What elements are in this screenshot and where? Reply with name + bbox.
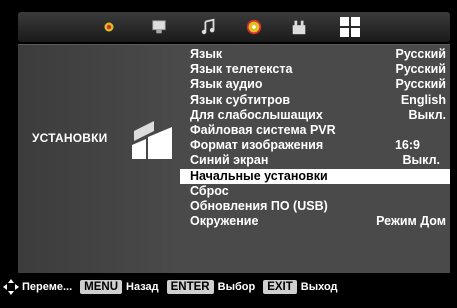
menu-item-value: English xyxy=(400,92,446,107)
menu-item-value: Выкл. xyxy=(408,107,446,122)
menu-item-environment[interactable]: Окружение Режим Дом xyxy=(184,214,450,229)
lock-icon xyxy=(292,20,306,35)
menu-item-label: Формат изображения xyxy=(190,138,324,153)
tab-sound[interactable] xyxy=(198,16,220,38)
tab-channel[interactable] xyxy=(148,16,170,38)
menu-item-value: 16:9 xyxy=(394,138,420,153)
tab-setup[interactable] xyxy=(336,14,364,40)
menu-item-label: Начальные установки xyxy=(190,168,328,183)
setup-large-icon xyxy=(128,115,178,165)
exit-key[interactable]: EXIT xyxy=(263,280,297,294)
menu-item-language[interactable]: Язык Русский xyxy=(184,47,450,62)
menu-item-teletext-language[interactable]: Язык телетекста Русский xyxy=(184,62,450,77)
music-icon xyxy=(201,18,215,35)
menu-item-initial-setup[interactable]: Начальные установки xyxy=(180,168,450,184)
menu-item-aspect-ratio[interactable]: Формат изображения 16:9 xyxy=(184,138,450,153)
navigate-hint: Переме... xyxy=(22,281,73,293)
setup-icon xyxy=(340,17,360,37)
exit-hint: Выход xyxy=(300,281,338,293)
timer-icon xyxy=(246,19,262,35)
menu-key[interactable]: MENU xyxy=(80,280,123,294)
menu-item-label: Язык субтитров xyxy=(190,92,291,107)
tab-lock[interactable] xyxy=(288,16,310,38)
menu-item-label: Язык xyxy=(190,47,223,61)
menu-item-label: Окружение xyxy=(190,214,259,229)
section-title: УСТАНОВКИ xyxy=(32,131,108,145)
menu-item-blue-screen[interactable]: Синий экран Выкл. xyxy=(184,153,450,168)
settings-panel: УСТАНОВКИ Язык Русский Язык телетекста Р… xyxy=(18,44,450,273)
tab-picture[interactable] xyxy=(98,16,120,38)
menu-item-label: Для слабослышащих xyxy=(190,107,323,122)
menu-item-label: Язык аудио xyxy=(190,77,263,92)
menu-item-value: Русский xyxy=(395,47,446,61)
menu-item-software-update[interactable]: Обновления ПО (USB) xyxy=(184,199,450,214)
tab-timer[interactable] xyxy=(243,16,265,38)
menu-item-value: Русский xyxy=(395,77,446,92)
menu-item-label: Синий экран xyxy=(190,153,269,168)
picture-icon xyxy=(104,22,114,32)
menu-item-reset[interactable]: Сброс xyxy=(184,184,450,199)
menu-item-label: Сброс xyxy=(190,183,229,198)
section-header-area: УСТАНОВКИ xyxy=(18,45,178,273)
menu-item-label: Файловая система PVR xyxy=(190,122,336,137)
menu-item-label: Обновления ПО (USB) xyxy=(190,198,328,213)
menu-item-audio-language[interactable]: Язык аудио Русский xyxy=(184,77,450,92)
menu-item-subtitle-language[interactable]: Язык субтитров English xyxy=(184,93,450,108)
channel-icon xyxy=(152,20,166,34)
category-tab-bar xyxy=(18,12,450,42)
navigate-arrows-icon xyxy=(3,279,19,295)
settings-menu: Язык Русский Язык телетекста Русский Язы… xyxy=(180,47,450,229)
menu-item-hearing-impaired[interactable]: Для слабослышащих Выкл. xyxy=(184,108,450,123)
menu-item-value: Выкл. xyxy=(402,153,440,168)
select-hint: Выбор xyxy=(217,281,256,293)
help-bar: Переме... MENU Назад ENTER Выбор EXIT Вы… xyxy=(0,274,457,300)
menu-item-label: Язык телетекста xyxy=(190,62,293,77)
tv-osd-screen: УСТАНОВКИ Язык Русский Язык телетекста Р… xyxy=(0,0,457,308)
menu-item-value: Режим Дом xyxy=(376,214,446,229)
enter-key[interactable]: ENTER xyxy=(166,280,214,294)
back-hint: Назад xyxy=(126,281,159,293)
menu-item-pvr-file-system[interactable]: Файловая система PVR xyxy=(184,123,450,138)
menu-item-value: Русский xyxy=(395,62,446,77)
